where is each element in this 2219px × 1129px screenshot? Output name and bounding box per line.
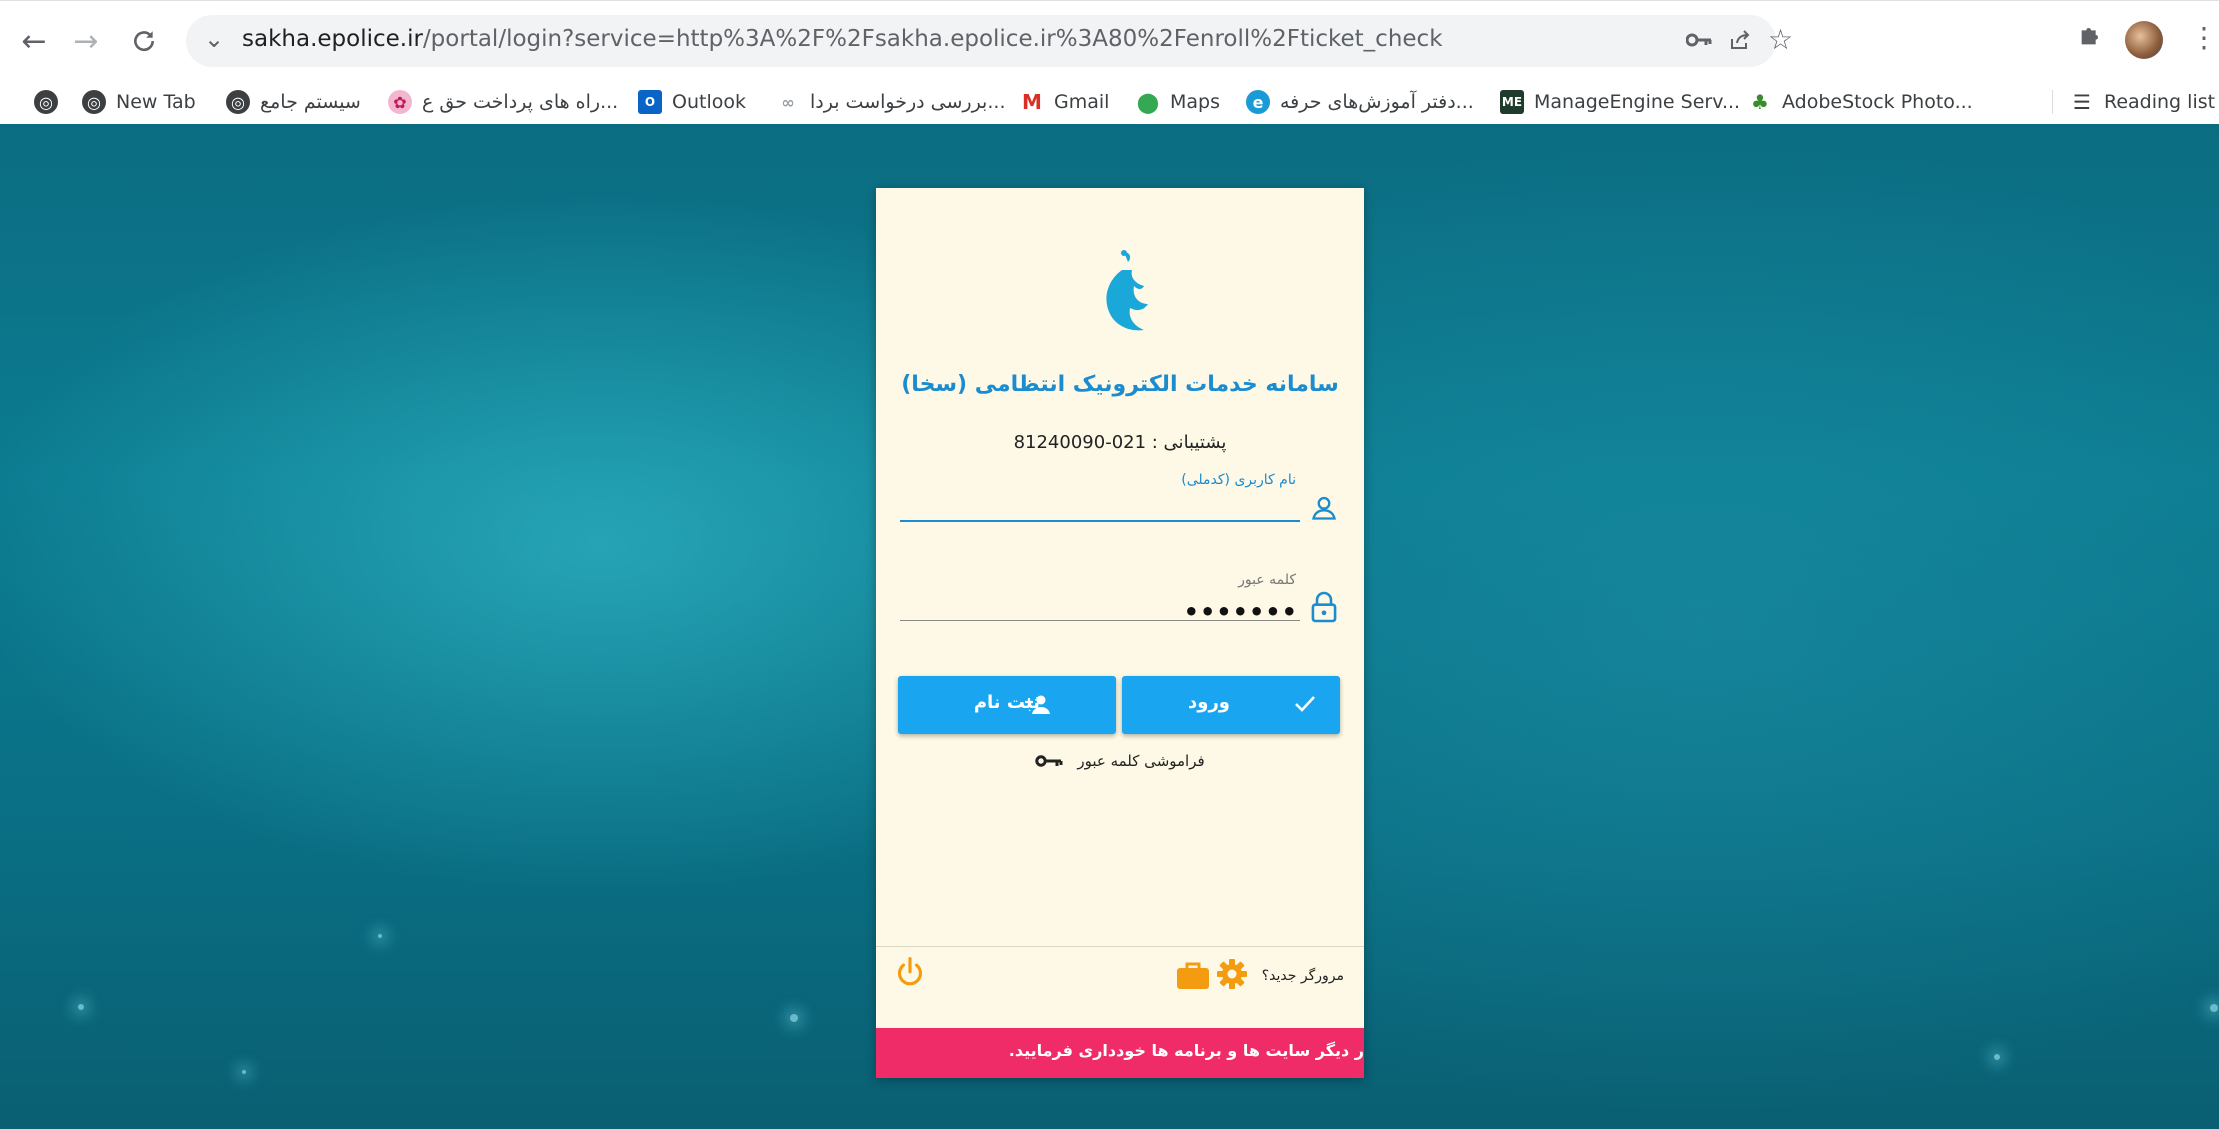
bookmark-label: ManageEngine Serv... xyxy=(1534,91,1741,113)
bookmark-item[interactable]: ◎ xyxy=(34,88,58,116)
gear-icon[interactable] xyxy=(1216,958,1248,990)
bookmark-label: بررسی درخواست بردا... xyxy=(810,91,1006,113)
username-field[interactable] xyxy=(900,520,1300,522)
extensions-puzzle-icon[interactable] xyxy=(2077,21,2105,56)
background-glow xyxy=(378,934,382,938)
password-field[interactable] xyxy=(900,620,1300,621)
browser-toolbar: ← → ⌄ sakha.epolice.ir/portal/login?serv… xyxy=(0,0,2219,81)
new-browser-link[interactable]: مرورگر جدید؟ xyxy=(1262,968,1344,984)
bookmark-item[interactable]: ✿ راه های پرداخت حق ع... xyxy=(388,88,618,116)
forgot-password-link[interactable]: فراموشی کلمه عبور xyxy=(876,752,1364,770)
background-glow xyxy=(78,1004,84,1010)
flower-icon: ✿ xyxy=(388,90,412,114)
bookmark-item[interactable]: M Gmail xyxy=(1020,88,1109,116)
login-button-label: ورود xyxy=(1188,692,1230,713)
bookmark-item[interactable]: ∞ بررسی درخواست بردا... xyxy=(776,88,1005,116)
user-icon xyxy=(1312,496,1336,520)
forgot-password-label: فراموشی کلمه عبور xyxy=(1077,752,1205,770)
bookmark-star-icon[interactable]: ☆ xyxy=(1768,23,1793,56)
globe-icon: ◎ xyxy=(226,90,250,114)
bookmark-label: Gmail xyxy=(1054,91,1110,113)
bookmark-item[interactable]: e دفتر آموزش‌های حرفه... xyxy=(1246,88,1474,116)
password-label: کلمه عبور xyxy=(1238,572,1296,588)
menu-dots-icon[interactable]: ⋮ xyxy=(2190,21,2218,54)
address-url[interactable]: sakha.epolice.ir/portal/login?service=ht… xyxy=(242,26,1443,52)
profile-avatar[interactable] xyxy=(2125,21,2163,59)
globe-icon: ◎ xyxy=(82,90,106,114)
bookmark-label: Outlook xyxy=(672,91,746,113)
page-title: سامانه خدمات الکترونیک انتظامی (سخا) xyxy=(901,372,1339,397)
username-label: نام کاربری (کدملی) xyxy=(1181,472,1296,488)
warning-marquee: ر دیگر سایت ها و برنامه ها خودداری فرمای… xyxy=(876,1028,1364,1078)
share-icon[interactable] xyxy=(1728,28,1752,58)
sakha-logo-icon xyxy=(1106,250,1148,331)
address-bar[interactable]: ⌄ sakha.epolice.ir/portal/login?service=… xyxy=(186,15,1793,67)
bookmark-item[interactable]: ◎ New Tab xyxy=(82,88,196,116)
link-icon: ∞ xyxy=(781,92,795,112)
bookmark-item[interactable]: ◎ سیستم جامع xyxy=(226,88,361,116)
briefcase-icon[interactable] xyxy=(1176,960,1210,990)
page-background: سامانه خدمات الکترونیک انتظامی (سخا) پشت… xyxy=(0,124,2219,1129)
key-icon xyxy=(1035,755,1063,767)
bookmark-label: New Tab xyxy=(116,91,196,113)
check-icon xyxy=(1295,696,1315,712)
outlook-icon: O xyxy=(638,90,662,114)
card-footer-divider xyxy=(876,946,1364,947)
back-arrow-icon[interactable]: ← xyxy=(14,21,54,61)
background-glow xyxy=(242,1070,246,1074)
bookmark-label: AdobeStock Photo... xyxy=(1782,91,1973,113)
bookmark-label: سیستم جامع xyxy=(260,91,361,113)
background-glow xyxy=(1994,1054,2000,1060)
reading-list-label: Reading list xyxy=(2104,91,2216,113)
password-value[interactable]: ••••••• xyxy=(1184,598,1298,626)
login-card: سامانه خدمات الکترونیک انتظامی (سخا) پشت… xyxy=(876,188,1364,1078)
add-user-icon xyxy=(1025,695,1050,714)
adobe-icon: ♣ xyxy=(1751,90,1769,114)
gmail-icon: M xyxy=(1022,90,1042,114)
background-glow xyxy=(790,1014,798,1022)
login-button[interactable]: ورود xyxy=(1122,676,1340,734)
power-icon[interactable] xyxy=(894,956,926,990)
bookmarks-separator xyxy=(2052,90,2053,114)
globe-icon: ◎ xyxy=(34,90,58,114)
manageengine-icon: ME xyxy=(1500,90,1524,114)
support-phone: پشتیبانی : 021-81240090 xyxy=(1013,432,1227,453)
bookmark-label: راه های پرداخت حق ع... xyxy=(422,91,619,113)
maps-icon: ⬤ xyxy=(1136,90,1160,114)
bookmarks-bar: ◎ ◎ New Tab ◎ سیستم جامع ✿ راه های پرداخ… xyxy=(0,80,2219,125)
forward-arrow-icon[interactable]: → xyxy=(66,21,106,61)
register-button[interactable]: ثبت نام xyxy=(898,676,1116,734)
bookmark-item[interactable]: O Outlook xyxy=(638,88,746,116)
bookmark-item[interactable]: ME ManageEngine Serv... xyxy=(1500,88,1740,116)
bookmark-label: Maps xyxy=(1170,91,1220,113)
background-glow xyxy=(2210,1004,2218,1012)
circle-icon: e xyxy=(1246,90,1270,114)
key-icon[interactable] xyxy=(1685,28,1712,56)
bookmark-item[interactable]: ⬤ Maps xyxy=(1136,88,1220,116)
warning-text: ر دیگر سایت ها و برنامه ها خودداری فرمای… xyxy=(1008,1041,1364,1060)
lock-icon xyxy=(1311,591,1337,623)
reload-icon[interactable] xyxy=(124,21,164,61)
bookmark-label: دفتر آموزش‌های حرفه... xyxy=(1280,91,1474,113)
reading-list-button[interactable]: ☰ Reading list xyxy=(2070,88,2215,116)
reading-list-icon: ☰ xyxy=(2073,90,2091,114)
site-info-chevron-icon[interactable]: ⌄ xyxy=(204,25,224,53)
bookmark-item[interactable]: ♣ AdobeStock Photo... xyxy=(1748,88,1973,116)
